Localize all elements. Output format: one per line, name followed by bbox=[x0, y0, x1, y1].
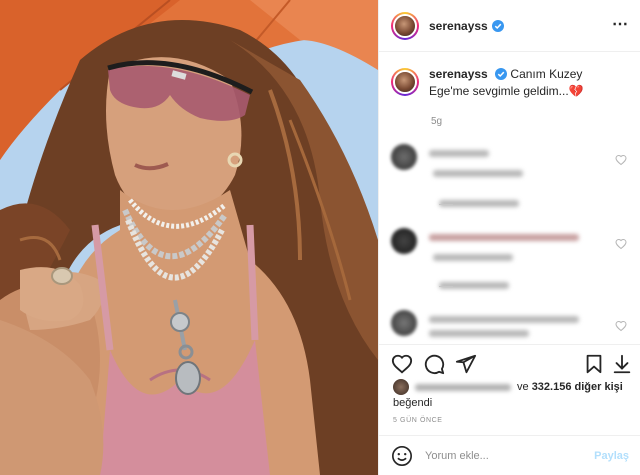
avatar[interactable] bbox=[393, 379, 409, 395]
paper-plane-icon[interactable] bbox=[455, 353, 477, 375]
comment-like-icon[interactable] bbox=[615, 320, 627, 332]
comment-input[interactable]: Yorum ekle... bbox=[425, 450, 594, 462]
bookmark-icon[interactable] bbox=[583, 353, 605, 375]
avatar[interactable] bbox=[391, 310, 417, 336]
liked-label: beğendi bbox=[393, 397, 433, 409]
avatar[interactable] bbox=[391, 11, 419, 40]
post-actions: ve 332.156 diğer kişi beğendi 5 GÜN ÖNCE… bbox=[379, 344, 640, 475]
comment-like-icon[interactable] bbox=[615, 238, 627, 250]
avatar[interactable] bbox=[391, 144, 417, 170]
download-icon[interactable] bbox=[611, 353, 633, 375]
caption-username[interactable]: serenayss bbox=[429, 67, 488, 81]
caption-time: 5g bbox=[431, 116, 443, 127]
comment-box: Yorum ekle... Paylaş bbox=[379, 435, 640, 475]
comments-list bbox=[379, 138, 640, 344]
post-date[interactable]: 5 GÜN ÖNCE bbox=[393, 417, 443, 424]
likes-count[interactable]: ve 332.156 diğer kişi bbox=[517, 381, 623, 393]
avatar[interactable] bbox=[391, 228, 417, 254]
caption-avatar[interactable] bbox=[391, 68, 419, 96]
heart-icon[interactable] bbox=[391, 353, 413, 375]
verified-badge-icon bbox=[491, 19, 504, 32]
post-side-panel: serenayss ⋯ serenayss Canım Kuzey Ege'me… bbox=[378, 0, 640, 475]
broken-heart-emoji: 💔 bbox=[568, 84, 584, 98]
smiley-icon[interactable] bbox=[391, 445, 413, 467]
share-comment-button[interactable]: Paylaş bbox=[594, 450, 629, 462]
comment-like-icon[interactable] bbox=[615, 154, 627, 166]
likes-row: ve 332.156 diğer kişi bbox=[393, 379, 623, 395]
comment-icon[interactable] bbox=[423, 353, 445, 375]
caption-text: serenayss Canım Kuzey Ege'me sevgimle ge… bbox=[429, 66, 625, 100]
post-photo[interactable] bbox=[0, 0, 378, 475]
more-options-icon[interactable]: ⋯ bbox=[612, 14, 629, 34]
caption: serenayss Canım Kuzey Ege'me sevgimle ge… bbox=[391, 66, 631, 100]
verified-badge-icon bbox=[495, 68, 508, 80]
header-username[interactable]: serenayss bbox=[429, 19, 488, 33]
post-header: serenayss ⋯ bbox=[379, 0, 640, 52]
